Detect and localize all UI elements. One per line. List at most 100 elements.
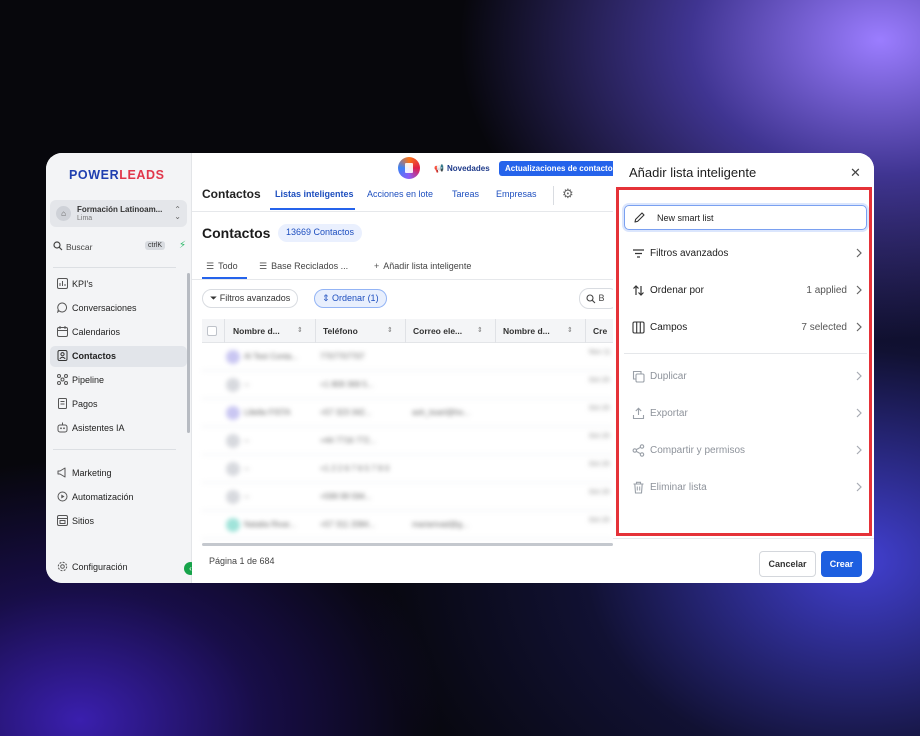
brand-logo[interactable]: POWERLEADS [69, 168, 165, 182]
sort-arrows-icon[interactable]: ⇕ [297, 326, 303, 334]
row-date: Oct 20 [589, 489, 610, 496]
action-delete-list[interactable]: Eliminar lista [624, 473, 867, 504]
sort-arrows-icon[interactable]: ⇕ [477, 326, 483, 334]
search-shortcut: ctrlK [145, 241, 165, 250]
gear-icon[interactable]: ⚙ [562, 186, 574, 202]
sidebar-item-configuracion[interactable]: Configuración [50, 557, 187, 578]
account-switcher[interactable]: ⌂ Formación Latinoam... Lima ⌃ ⌄ [50, 200, 187, 227]
sidebar-item-kpis[interactable]: KPI's [50, 274, 187, 295]
avatar [226, 434, 240, 448]
sort-arrows-icon[interactable]: ⇕ [567, 326, 573, 334]
tab-tareas[interactable]: Tareas [452, 189, 479, 199]
add-smart-list-tab[interactable]: + Añadir lista inteligente [374, 261, 471, 271]
logo-text: POWERLEADS [69, 168, 165, 182]
action-export[interactable]: Exportar [624, 399, 867, 430]
payments-icon [56, 398, 68, 410]
table-row[interactable]: Liliella FISTA +57 323 342... ash_ksarl@… [202, 399, 613, 427]
option-fields[interactable]: Campos 7 selected [624, 313, 867, 344]
action-share-permissions[interactable]: Compartir y permisos [624, 436, 867, 467]
sidebar-item-asistentes-ia[interactable]: Asistentes IA [50, 418, 187, 439]
gear-icon [56, 561, 68, 573]
settings-label: Configuración [72, 562, 128, 572]
row-phone: 7707707707 [320, 352, 365, 361]
sidebar-item-marketing[interactable]: Marketing [50, 463, 187, 484]
row-name: -- [244, 492, 250, 501]
list-tab-todo[interactable]: ☰ Todo [206, 261, 238, 272]
sidebar-item-pagos[interactable]: Pagos [50, 394, 187, 415]
pagination-label: Página 1 de 684 [209, 556, 275, 566]
sidebar-search[interactable]: Buscar ctrlK ⚡ [53, 240, 186, 256]
chevron-right-icon [856, 371, 862, 381]
table-row[interactable]: -- +1 2 2 6 7 6 5 7 9 0 Oct 20 [202, 455, 613, 483]
sidebar-item-label: Calendarios [72, 327, 121, 337]
action-duplicate[interactable]: Duplicar [624, 362, 867, 393]
news-label: Novedades [446, 164, 490, 173]
tab-contactos[interactable]: Contactos [202, 187, 261, 201]
column-header[interactable]: Nombre d... [233, 326, 280, 336]
table-horizontal-scrollbar[interactable] [202, 543, 613, 546]
list-tab-base-reciclados[interactable]: ☰ Base Reciclados ... [259, 261, 348, 272]
table-row[interactable]: -- +1 809 369 5... Oct 20 [202, 371, 613, 399]
app-launcher-icon[interactable] [398, 157, 420, 179]
advanced-filters-button[interactable]: ⏷ Filtros avanzados [202, 289, 299, 308]
lightning-icon[interactable]: ⚡ [179, 240, 186, 251]
tab-acciones-en-lote[interactable]: Acciones en lote [367, 189, 433, 199]
sidebar-item-automatizacion[interactable]: Automatización [50, 487, 187, 508]
option-sort-by[interactable]: Ordenar por 1 applied [624, 276, 867, 307]
option-value: 1 applied [806, 285, 847, 296]
list-tabs: ☰ Todo ☰ Base Reciclados ... + Añadir lista… [202, 257, 613, 279]
sidebar-item-sitios[interactable]: Sitios [50, 511, 187, 532]
column-header[interactable]: Correo ele... [413, 326, 462, 336]
option-advanced-filters[interactable]: Filtros avanzados [624, 239, 867, 270]
chart-icon [56, 278, 68, 290]
avatar [226, 518, 240, 532]
row-name: -- [244, 380, 250, 389]
row-name: Liliella FISTA [244, 408, 291, 417]
tab-empresas[interactable]: Empresas [496, 189, 537, 199]
smart-list-name-input[interactable] [657, 210, 857, 225]
news-button[interactable]: 📢 Novedades [430, 161, 494, 176]
sidebar-item-contactos[interactable]: Contactos [50, 346, 187, 367]
sort-arrows-icon[interactable]: ⇕ [387, 326, 393, 334]
tabs-divider [192, 211, 613, 212]
sidebar-item-conversaciones[interactable]: Conversaciones [50, 298, 187, 319]
column-header[interactable]: Nombre d... [503, 326, 550, 336]
table-row[interactable]: Al Test Conta... 7707707707 Nov 11 [202, 343, 613, 371]
row-date: Oct 20 [589, 461, 610, 468]
cancel-button[interactable]: Cancelar [759, 551, 816, 577]
row-phone: +599 99 594... [320, 492, 372, 501]
column-header[interactable]: Teléfono [323, 326, 358, 336]
list-tab-label: Base Reciclados ... [271, 261, 349, 271]
contacts-icon [56, 350, 68, 362]
contact-updates-button[interactable]: Actualizaciones de contacto [499, 161, 619, 176]
row-name: -- [244, 464, 250, 473]
sidebar-divider [53, 267, 176, 268]
account-avatar-icon: ⌂ [56, 206, 71, 221]
chevron-updown-icon: ⌃ ⌄ [174, 205, 181, 221]
chat-icon [56, 302, 68, 314]
column-divider [405, 319, 406, 343]
row-name: Natalia Rivar... [244, 520, 297, 529]
option-label: Filtros avanzados [650, 248, 729, 259]
close-icon[interactable]: ✕ [850, 165, 861, 181]
sidebar-item-calendarios[interactable]: Calendarios [50, 322, 187, 343]
table-row[interactable]: -- +599 99 594... Oct 20 [202, 483, 613, 511]
tab-listas-inteligentes[interactable]: Listas inteligentes [275, 189, 354, 199]
row-phone: +57 323 342... [320, 408, 372, 417]
table-row[interactable]: Natalia Rivar... +57 311 2084... mariari… [202, 511, 613, 539]
contact-count-badge: 13669 Contactos [278, 224, 363, 242]
sidebar-scrollbar[interactable] [187, 273, 190, 433]
tab-divider [553, 186, 554, 205]
table-row[interactable]: -- +44 7716 772... Oct 20 [202, 427, 613, 455]
share-icon [632, 444, 645, 457]
sidebar-item-label: Automatización [72, 492, 134, 502]
sidebar-item-pipeline[interactable]: Pipeline [50, 370, 187, 391]
create-button[interactable]: Crear [821, 551, 862, 577]
sort-button[interactable]: ⇕ Ordenar (1) [314, 289, 387, 308]
smart-list-name-field[interactable] [624, 205, 867, 230]
contacts-table-body: Al Test Conta... 7707707707 Nov 11 -- +1… [202, 343, 613, 543]
row-phone: +1 809 369 5... [320, 380, 374, 389]
column-divider [585, 319, 586, 343]
select-all-checkbox[interactable] [207, 326, 217, 336]
column-header[interactable]: Cre [593, 326, 607, 336]
